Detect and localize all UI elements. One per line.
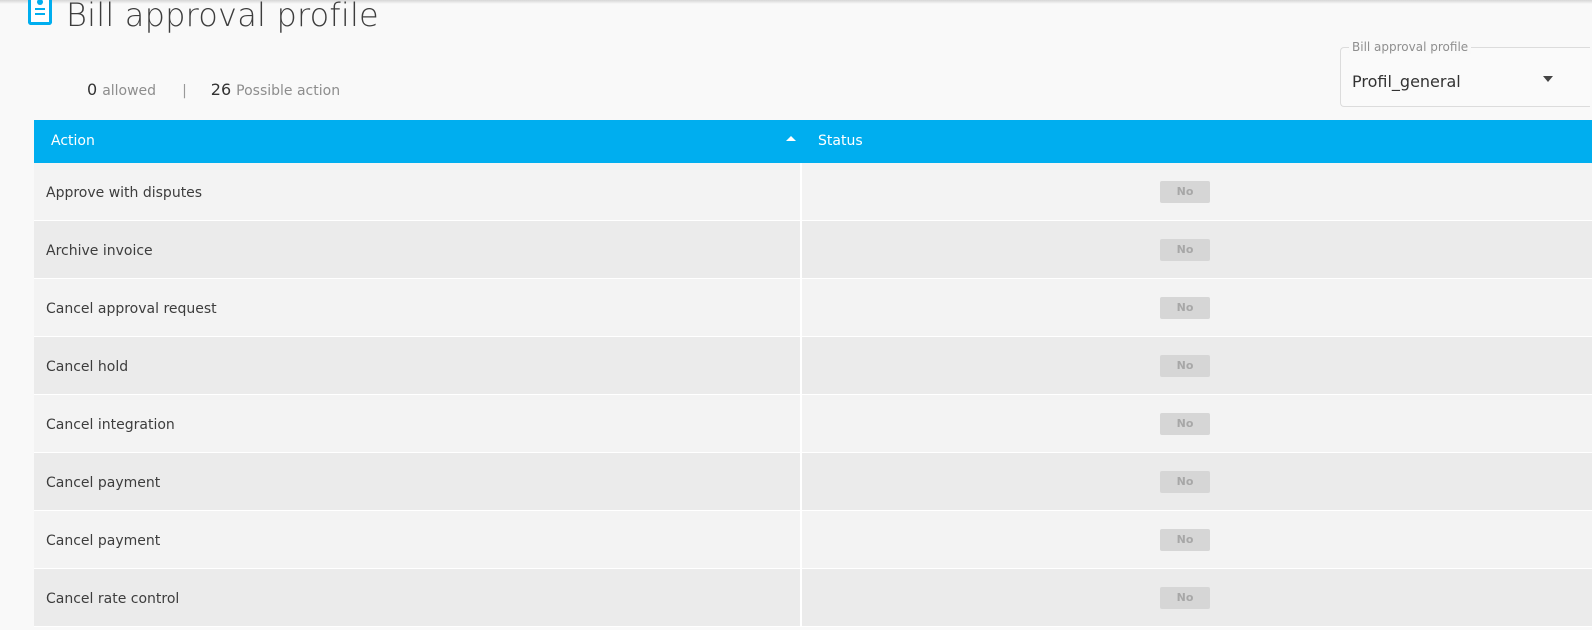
profile-select-legend: Bill approval profile bbox=[1349, 40, 1472, 54]
column-divider bbox=[800, 337, 802, 394]
status-toggle[interactable]: No bbox=[1160, 471, 1210, 493]
action-cell: Cancel payment bbox=[46, 475, 161, 491]
action-cell: Cancel approval request bbox=[46, 301, 217, 317]
table-row[interactable]: Cancel rate control No bbox=[34, 569, 1592, 627]
action-summary: 0 allowed | 26 Possible action bbox=[87, 80, 340, 99]
profile-select[interactable]: Bill approval profile Profil_general bbox=[1340, 40, 1590, 107]
chevron-down-icon[interactable] bbox=[1543, 76, 1553, 82]
column-divider bbox=[800, 163, 802, 220]
action-cell: Cancel hold bbox=[46, 359, 129, 375]
table-row[interactable]: Archive invoice No bbox=[34, 221, 1592, 279]
status-toggle[interactable]: No bbox=[1160, 587, 1210, 609]
profile-card-icon bbox=[28, 0, 52, 25]
column-divider bbox=[800, 221, 802, 278]
action-cell: Archive invoice bbox=[46, 243, 153, 259]
allowed-label: allowed bbox=[102, 83, 157, 99]
column-divider bbox=[800, 569, 802, 626]
table-header: Action Status bbox=[34, 120, 1592, 163]
column-divider bbox=[800, 511, 802, 568]
page-header: Bill approval profile bbox=[28, 0, 379, 36]
status-toggle[interactable]: No bbox=[1160, 355, 1210, 377]
possible-label: Possible action bbox=[236, 83, 341, 99]
table-row[interactable]: Cancel integration No bbox=[34, 395, 1592, 453]
status-toggle[interactable]: No bbox=[1160, 239, 1210, 261]
profile-select-value: Profil_general bbox=[1352, 72, 1461, 91]
status-toggle[interactable]: No bbox=[1160, 413, 1210, 435]
table-row[interactable]: Approve with disputes No bbox=[34, 163, 1592, 221]
column-divider bbox=[800, 395, 802, 452]
page-title: Bill approval profile bbox=[66, 0, 379, 34]
allowed-count: 0 bbox=[87, 80, 98, 99]
column-divider bbox=[800, 453, 802, 510]
status-toggle[interactable]: No bbox=[1160, 181, 1210, 203]
action-cell: Cancel rate control bbox=[46, 591, 180, 607]
action-cell: Cancel integration bbox=[46, 417, 175, 433]
column-header-action[interactable]: Action bbox=[51, 133, 95, 149]
table-body: Approve with disputes No Archive invoice No… bbox=[34, 163, 1592, 627]
action-cell: Cancel payment bbox=[46, 533, 161, 549]
table-row[interactable]: Cancel hold No bbox=[34, 337, 1592, 395]
possible-count: 26 bbox=[210, 80, 232, 99]
summary-separator: | bbox=[182, 83, 187, 99]
status-toggle[interactable]: No bbox=[1160, 529, 1210, 551]
status-toggle[interactable]: No bbox=[1160, 297, 1210, 319]
actions-table: Action Status Approve with disputes No Arc… bbox=[34, 120, 1592, 627]
column-divider bbox=[800, 279, 802, 336]
table-row[interactable]: Cancel approval request No bbox=[34, 279, 1592, 337]
sort-ascending-icon[interactable] bbox=[786, 136, 796, 141]
table-row[interactable]: Cancel payment No bbox=[34, 511, 1592, 569]
action-cell: Approve with disputes bbox=[46, 185, 203, 201]
column-header-status[interactable]: Status bbox=[818, 133, 863, 149]
table-row[interactable]: Cancel payment No bbox=[34, 453, 1592, 511]
